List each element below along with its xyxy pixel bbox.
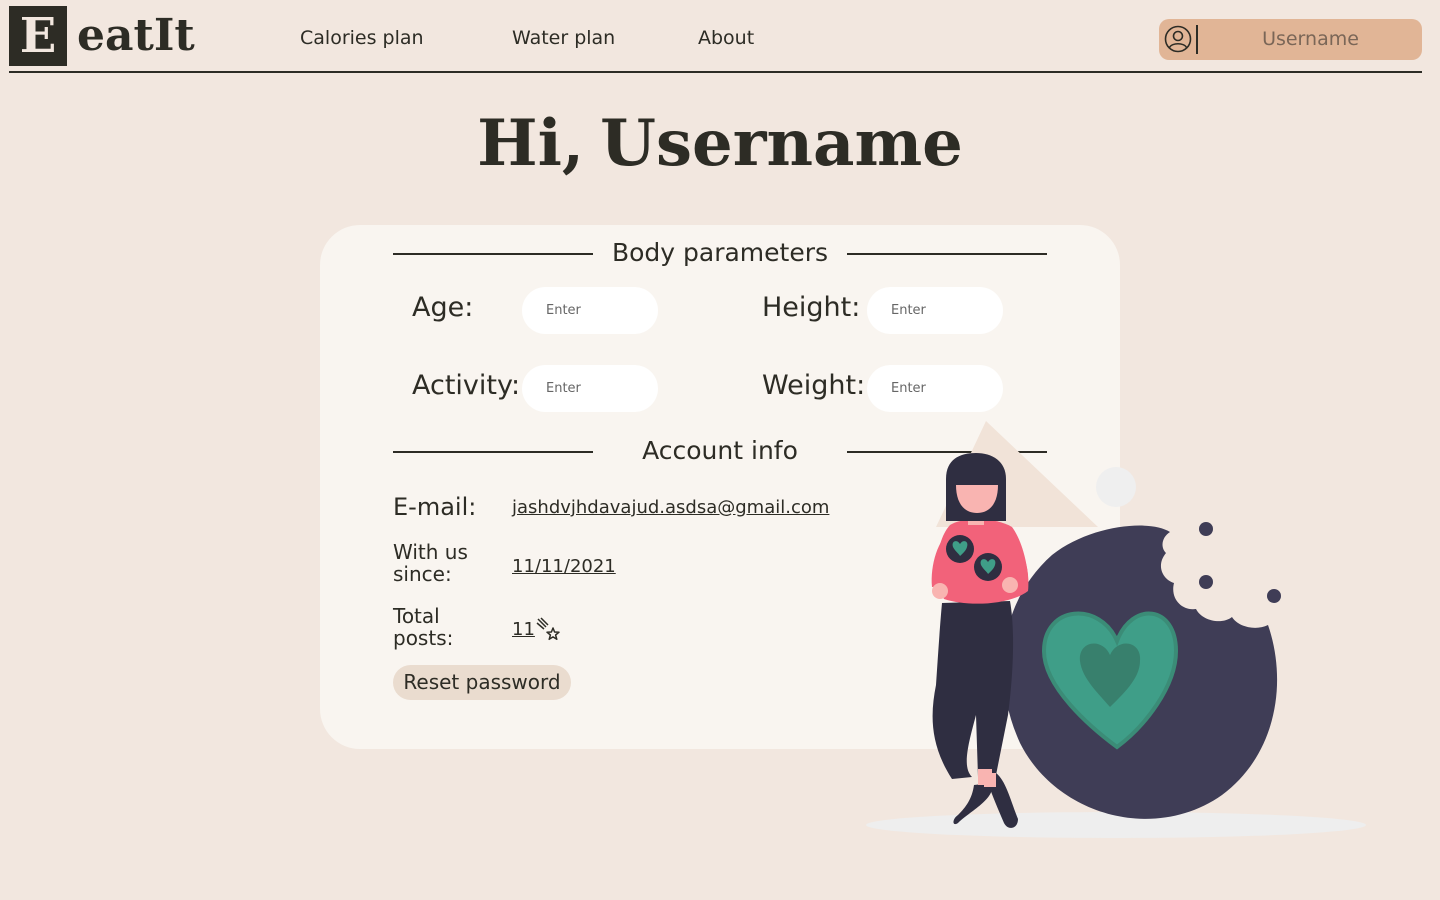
user-button-label: Username xyxy=(1262,28,1359,50)
divider-line xyxy=(847,253,1047,255)
nav-about[interactable]: About xyxy=(698,27,754,49)
divider-line xyxy=(393,253,593,255)
height-label: Height: xyxy=(762,292,861,323)
weight-input[interactable] xyxy=(867,365,1003,412)
height-input[interactable] xyxy=(867,287,1003,334)
activity-label: Activity: xyxy=(412,370,521,401)
activity-input[interactable] xyxy=(522,365,658,412)
age-input[interactable] xyxy=(522,287,658,334)
user-button-divider xyxy=(1196,25,1198,54)
email-label: E-mail: xyxy=(393,493,477,521)
posts-value[interactable]: 11 xyxy=(512,619,535,640)
divider-line xyxy=(393,451,593,453)
account-info-title: Account info xyxy=(642,436,798,465)
since-value[interactable]: 11/11/2021 xyxy=(512,556,616,577)
logo-mark[interactable]: E xyxy=(9,6,67,66)
woman-with-cookie-illustration xyxy=(866,421,1366,838)
top-header: E eatIt Calories plan Water plan About U… xyxy=(9,0,1422,73)
greeting-username: Username xyxy=(600,106,963,181)
age-label: Age: xyxy=(412,292,474,323)
shooting-star-icon xyxy=(536,617,560,641)
reset-password-button[interactable]: Reset password xyxy=(393,665,571,700)
posts-label-line2: posts: xyxy=(393,626,454,650)
logo-text[interactable]: eatIt xyxy=(77,6,195,66)
user-profile-button[interactable]: Username xyxy=(1159,19,1422,60)
posts-label-line1: Total xyxy=(393,604,440,628)
nav-calories-plan[interactable]: Calories plan xyxy=(300,27,424,49)
body-parameters-title: Body parameters xyxy=(611,238,829,267)
since-label: With us since: xyxy=(393,541,468,585)
posts-label: Total posts: xyxy=(393,605,453,649)
page-title: Hi, Username xyxy=(0,106,1440,181)
user-icon xyxy=(1164,25,1192,53)
weight-label: Weight: xyxy=(762,370,866,401)
nav-water-plan[interactable]: Water plan xyxy=(512,27,615,49)
since-label-line2: since: xyxy=(393,562,452,586)
greeting-prefix: Hi, xyxy=(477,106,585,181)
email-value[interactable]: jashdvjhdavajud.asdsa@gmail.com xyxy=(512,497,829,518)
since-label-line1: With us xyxy=(393,540,468,564)
